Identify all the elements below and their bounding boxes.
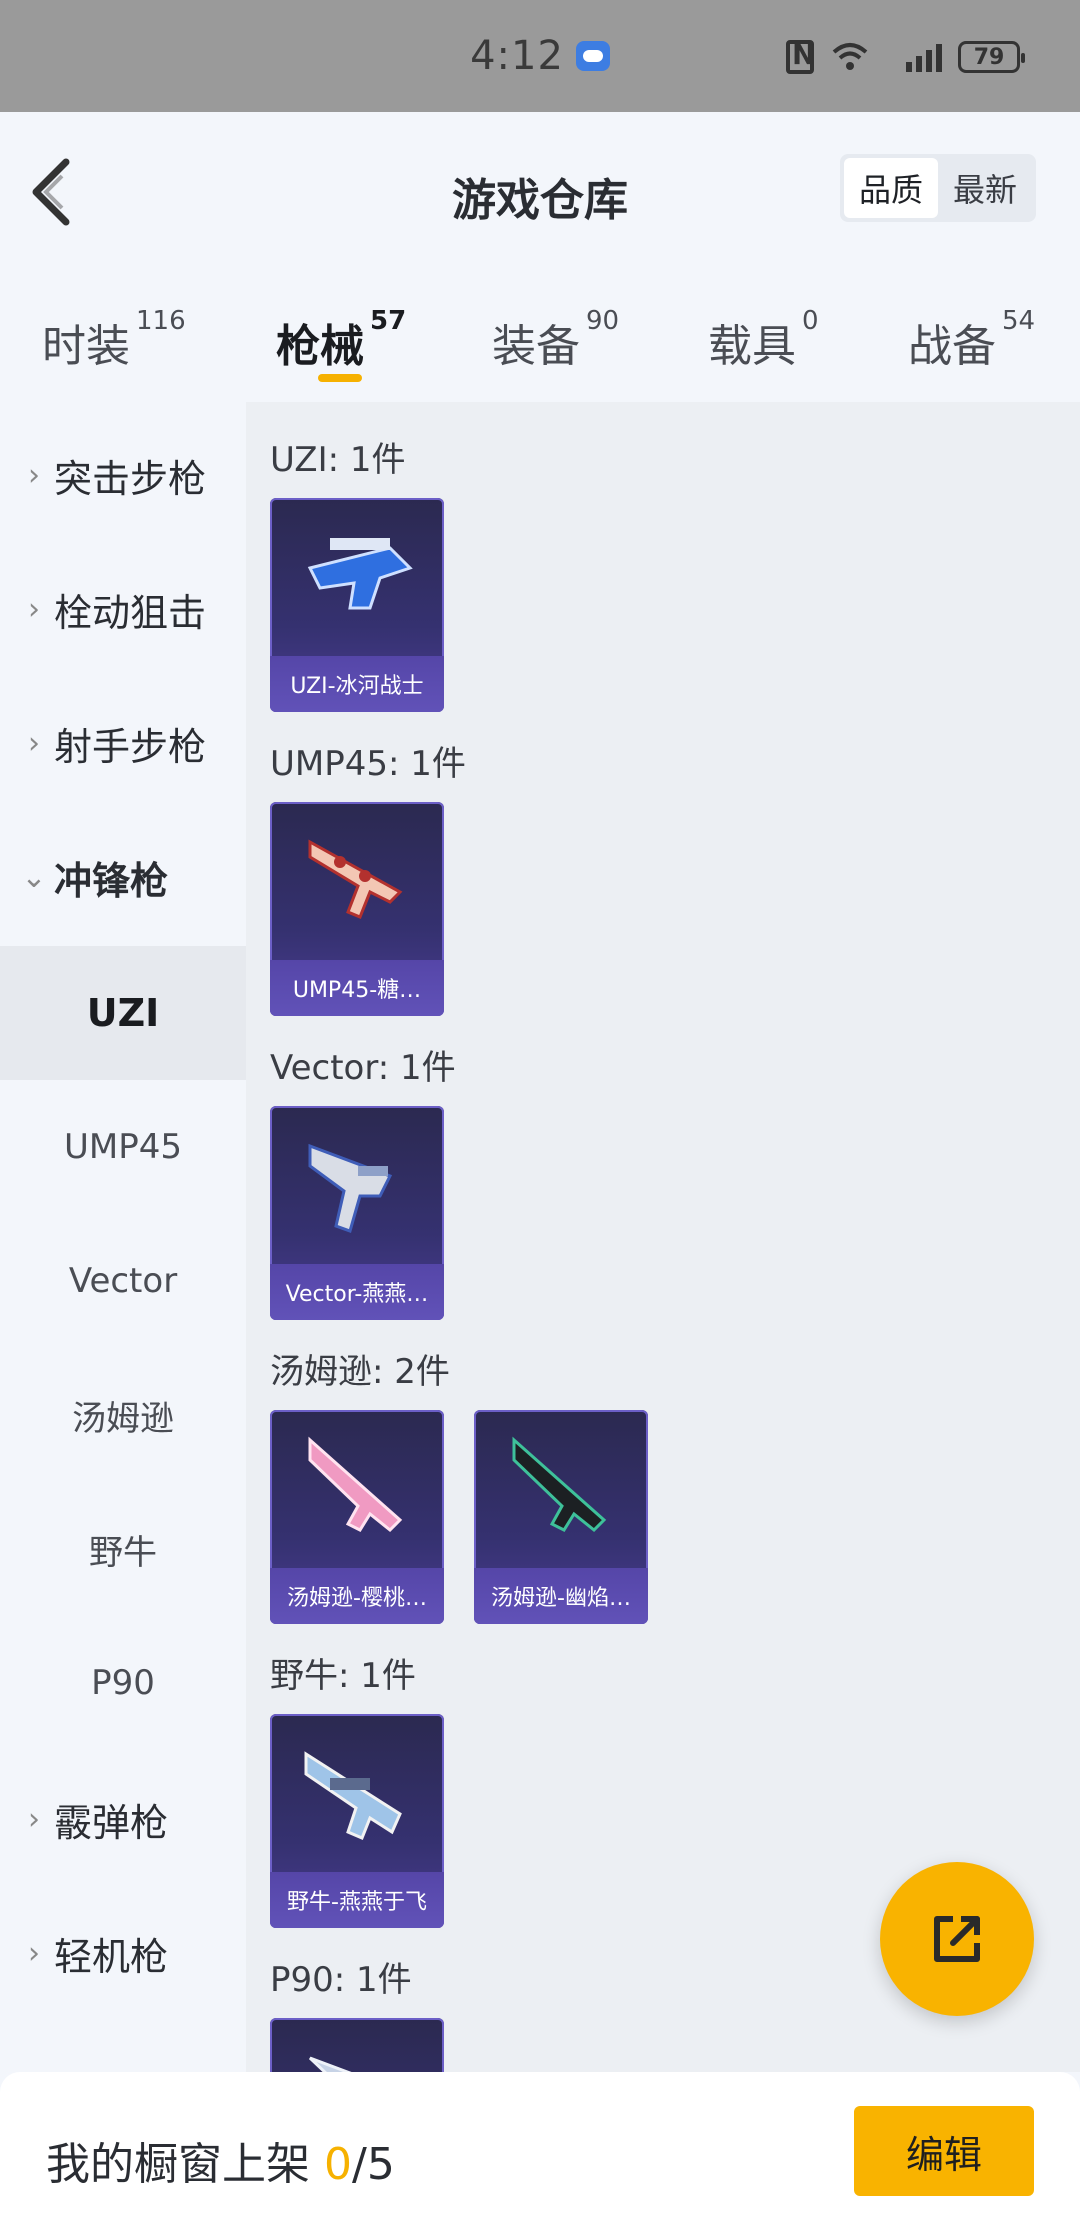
sort-quality-button[interactable]: 品质 [844,158,938,218]
sidebar-item-label: 栓动狙击 [54,590,207,635]
screen: 4:12 79 游戏仓库 品 [0,0,1080,2228]
tab-vehicles[interactable]: 载具 0 [708,306,819,374]
tab-label: 枪械 [276,321,364,372]
sidebar-item-lmg[interactable]: › 轻机枪 [0,1886,246,2020]
showcase-count: 0 [324,2139,352,2190]
item-name: UMP45-糖… [270,960,444,1016]
sidebar-subitem-ump45[interactable]: UMP45 [0,1080,246,1214]
share-button[interactable] [880,1862,1034,2016]
group-title: UMP45: 1件 [270,744,466,784]
item-list: UZI: 1件 UZI-冰河战士 UMP45: 1件 UMP45-糖… Vect… [246,402,1080,2072]
weapon-image [304,1751,402,1840]
weapon-image [308,2056,352,2072]
tab-fashion[interactable]: 时装 116 [42,306,186,374]
showcase-status: 我的橱窗上架 0/5 [46,2128,395,2192]
battery-icon: 79 [958,41,1025,73]
sidebar: › 突击步枪 › 栓动狙击 › 射手步枪 ⌄ 冲锋枪 UZI UMP45 Vec… [0,402,246,2072]
item-card[interactable]: UMP45-糖… [270,802,444,1016]
weapon-image [308,1436,403,1533]
item-name: 汤姆逊-樱桃… [270,1568,444,1624]
item-name: 汤姆逊-幽焰… [474,1568,648,1624]
status-icons: 79 [786,38,1025,74]
item-card[interactable]: Vector-燕燕… [270,1106,444,1320]
chevron-right-icon: › [28,591,40,627]
gamepad-icon [575,41,610,71]
weapon-image [308,839,403,919]
tab-battle-gear[interactable]: 战备 54 [908,306,1035,374]
sidebar-item-label: 霰弹枪 [54,1800,169,1845]
sidebar-item-label: 突击步枪 [54,456,207,501]
item-card[interactable]: 汤姆逊-樱桃… [270,1410,444,1624]
sidebar-item-label: 射手步枪 [54,724,207,769]
item-card[interactable]: UZI-冰河战士 [270,498,444,712]
chevron-right-icon: › [28,725,40,761]
tab-guns[interactable]: 枪械 57 [276,306,406,374]
group-title: UZI: 1件 [270,440,406,480]
tab-count: 116 [136,306,186,336]
item-name: 野牛-燕燕于飞 [270,1872,444,1928]
sort-newest-button[interactable]: 最新 [938,158,1032,218]
sort-toggle: 品质 最新 [840,154,1036,222]
tab-count: 0 [802,306,819,336]
tab-equipment[interactable]: 装备 90 [492,306,619,374]
item-name: UZI-冰河战士 [270,656,444,712]
sidebar-item-label: 轻机枪 [54,1934,169,1979]
sidebar-subitem-vector[interactable]: Vector [0,1214,246,1348]
edit-button[interactable]: 编辑 [854,2106,1034,2196]
chevron-right-icon: › [28,1935,40,1971]
status-time: 4:12 [470,33,564,79]
header: 游戏仓库 品质 最新 [0,112,1080,272]
group-title: 野牛: 1件 [270,1656,416,1696]
weapon-image [308,1143,393,1233]
chevron-down-icon: ⌄ [21,859,47,895]
tab-label: 装备 [492,321,580,372]
active-tab-indicator [318,374,362,382]
sidebar-subitem-uzi[interactable]: UZI [0,946,246,1080]
group-title: 汤姆逊: 2件 [270,1352,450,1392]
sidebar-item-shotgun[interactable]: › 霰弹枪 [0,1752,246,1886]
bottom-bar: 我的橱窗上架 0/5 编辑 [0,2072,1080,2228]
nfc-icon [786,38,815,74]
item-card[interactable] [270,2018,444,2072]
external-link-icon [934,1916,980,1962]
tab-label: 载具 [708,321,796,372]
showcase-total: /5 [352,2139,395,2190]
tab-count: 54 [1002,306,1036,336]
item-card[interactable]: 野牛-燕燕于飞 [270,1714,444,1928]
item-name: Vector-燕燕… [270,1264,444,1320]
sidebar-subitem-p90[interactable]: P90 [0,1616,246,1750]
chevron-right-icon: › [28,1801,40,1837]
tab-count: 57 [370,306,407,336]
weapon-image [512,1436,607,1533]
chevron-right-icon: › [28,457,40,493]
sidebar-item-marksman-rifle[interactable]: › 射手步枪 [0,676,246,810]
sidebar-item-smg[interactable]: ⌄ 冲锋枪 [0,810,246,944]
showcase-label: 我的橱窗上架 [46,2139,324,2190]
sidebar-item-label: 冲锋枪 [54,858,169,903]
sidebar-item-assault-rifle[interactable]: › 突击步枪 [0,408,246,542]
tab-label: 时装 [42,321,130,372]
wifi-icon [832,43,868,70]
sidebar-item-bolt-sniper[interactable]: › 栓动狙击 [0,542,246,676]
tab-count: 90 [586,306,620,336]
signal-icon [906,44,942,72]
group-title: P90: 1件 [270,1960,412,2000]
item-card[interactable]: 汤姆逊-幽焰… [474,1410,648,1624]
group-title: Vector: 1件 [270,1048,456,1088]
sidebar-subitem-thompson[interactable]: 汤姆逊 [0,1348,246,1482]
status-bar: 4:12 79 [0,0,1080,112]
category-tabs: 时装 116 枪械 57 装备 90 载具 0 战备 54 [0,272,1080,402]
tab-label: 战备 [908,321,996,372]
weapon-image [307,538,413,610]
sidebar-subitem-bizon[interactable]: 野牛 [0,1482,246,1616]
